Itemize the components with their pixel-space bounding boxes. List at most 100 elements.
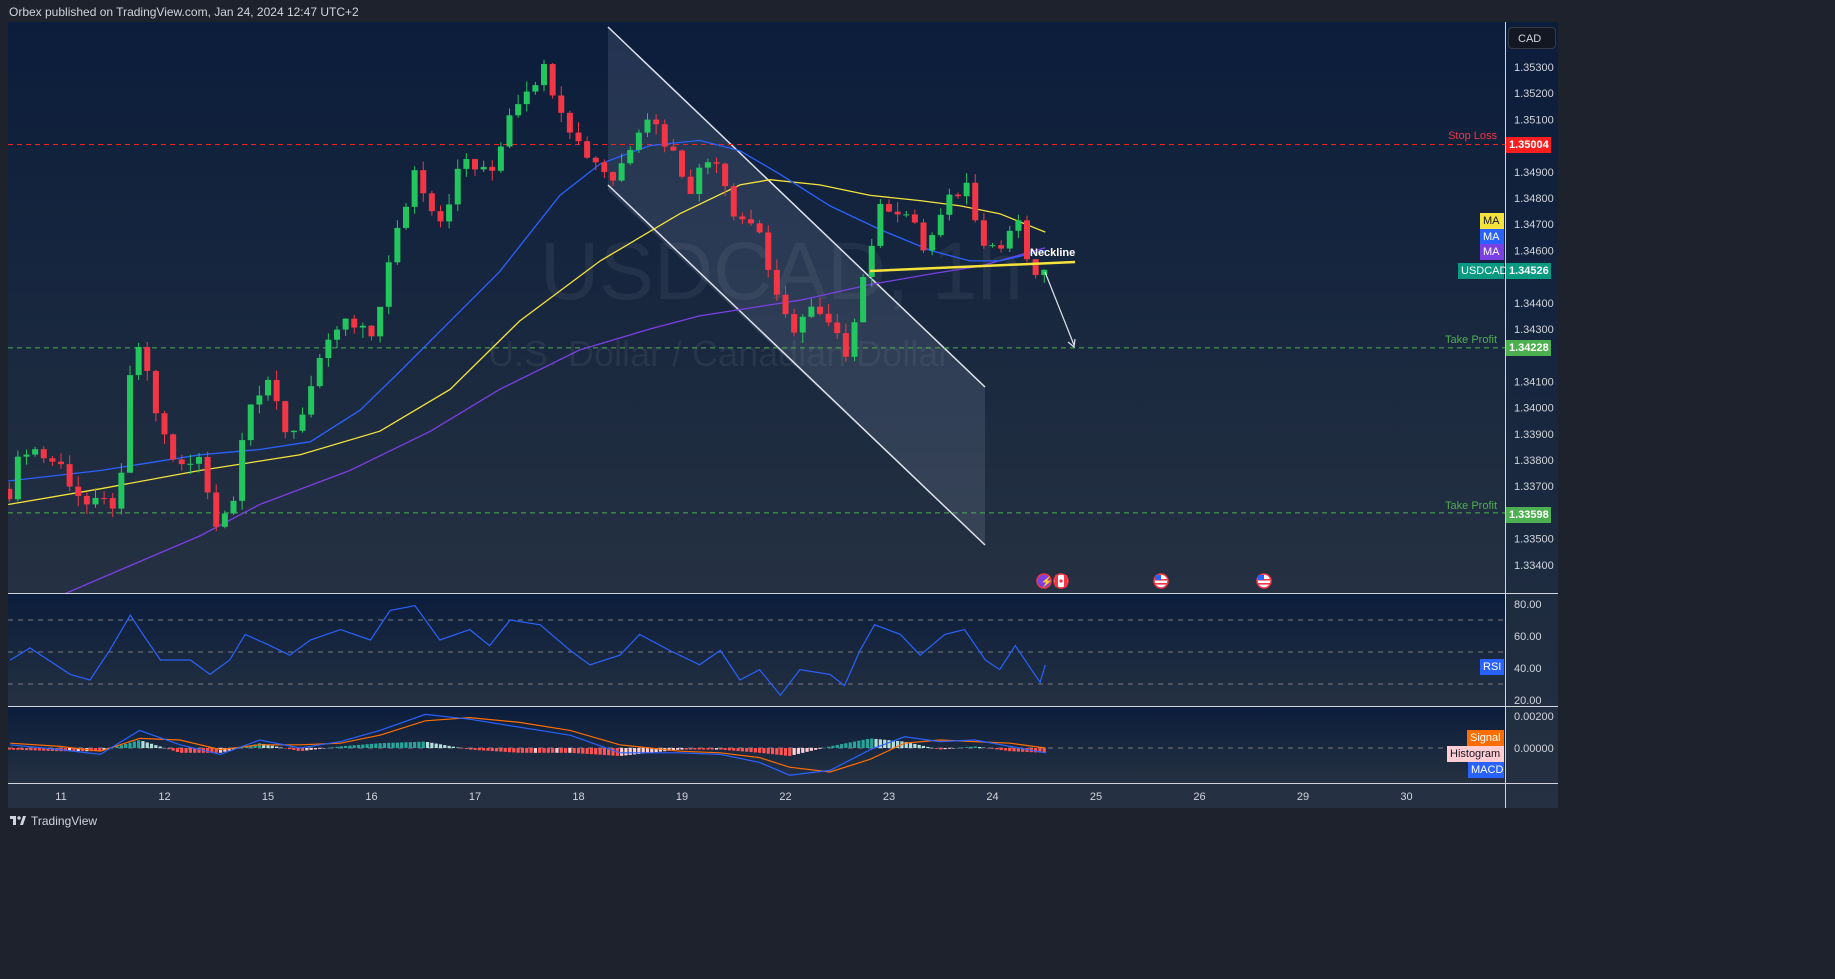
time-tick-label: 22 (779, 791, 791, 803)
histogram-bar (977, 747, 982, 748)
rsi-line[interactable] (9, 604, 1046, 697)
histogram-bar (783, 748, 788, 756)
histogram-bar (507, 748, 512, 753)
histogram-bar (921, 745, 926, 748)
histogram-bar (11, 748, 16, 750)
candle-body (911, 214, 918, 223)
histogram-bar (934, 748, 939, 749)
histogram-bar (732, 748, 736, 751)
candle-body (144, 346, 151, 371)
candle (730, 183, 737, 221)
us-flag-event-icon[interactable] (1153, 573, 1169, 589)
event-earnings-icon[interactable]: ⚡ (1036, 573, 1053, 589)
candle-body (480, 166, 487, 170)
histogram-bar (430, 742, 434, 748)
candle-body (377, 306, 384, 337)
histogram-bar (762, 748, 766, 754)
candle-body (937, 214, 944, 236)
candle (1006, 225, 1013, 253)
candle-body (1032, 259, 1039, 276)
candle-body (903, 214, 910, 216)
histogram-bar (408, 742, 412, 748)
candle-body (653, 119, 660, 125)
price-tick-label: 1.34900 (1514, 167, 1554, 179)
histogram-bar (451, 746, 456, 748)
histogram-bar (766, 748, 770, 754)
histogram-bar (533, 748, 537, 753)
candle-body (437, 211, 444, 222)
take-profit-1-price-tag: 1.34228 (1506, 340, 1551, 356)
candle (204, 451, 211, 500)
candle (592, 156, 599, 171)
histogram-bar (305, 748, 309, 751)
histogram-bar (378, 743, 382, 748)
canada-flag-event-icon[interactable] (1053, 573, 1069, 589)
candle-body (394, 227, 401, 263)
time-tick-label: 18 (572, 791, 584, 803)
candle (299, 407, 306, 433)
histogram-bar (395, 742, 399, 748)
histogram-bar (443, 745, 447, 748)
candle-body (316, 358, 323, 387)
histogram-bar (313, 748, 318, 750)
histogram-bar (740, 748, 744, 752)
candle-body (196, 456, 202, 464)
candle-body (644, 119, 651, 133)
histogram-bar (404, 742, 408, 748)
histogram-bar (908, 742, 913, 748)
histogram-bar (857, 740, 861, 748)
tradingview-logo[interactable]: TradingView (10, 814, 97, 828)
candle (32, 446, 39, 457)
time-tick-label: 23 (883, 791, 895, 803)
candle (152, 369, 159, 422)
candle (497, 142, 504, 174)
histogram-bar (400, 742, 404, 748)
candle-body (83, 495, 90, 505)
currency-button[interactable]: CAD (1508, 27, 1556, 49)
histogram-bar (352, 745, 356, 748)
histogram-bar (33, 748, 37, 751)
time-tick-label: 11 (55, 791, 66, 803)
histogram-bar (788, 748, 792, 756)
price-tick-label: 1.34100 (1514, 376, 1554, 388)
candle (196, 453, 202, 473)
histogram-bar (167, 748, 171, 750)
candle-body (748, 219, 754, 224)
projection-arrow[interactable] (1044, 271, 1075, 346)
candle (911, 209, 918, 225)
histogram-bar (822, 747, 826, 749)
histogram-bar (986, 748, 990, 749)
candle (265, 376, 271, 401)
candle (480, 160, 487, 172)
candle (75, 476, 82, 507)
histogram-bar (684, 748, 688, 750)
histogram-bar (309, 748, 313, 750)
take-profit-1-label: Take Profit (1445, 334, 1497, 346)
price-tick-label: 1.35100 (1514, 114, 1554, 126)
histogram-bar (141, 741, 145, 748)
histogram-tag: Histogram (1447, 746, 1504, 762)
us-flag-event-icon[interactable] (1256, 573, 1272, 589)
histogram-bar (180, 748, 184, 753)
candle (980, 212, 987, 249)
histogram-bar (581, 748, 585, 754)
candle (532, 81, 539, 95)
histogram-bar (758, 748, 762, 753)
histogram-bar (425, 742, 430, 748)
candle-body (32, 449, 39, 455)
histogram-bar (585, 748, 589, 754)
candle-body (428, 193, 435, 212)
candle-body (118, 472, 125, 509)
histogram-bar (861, 739, 865, 748)
price-tick-label: 1.33400 (1514, 560, 1554, 572)
candle (170, 433, 177, 462)
candle-body (687, 176, 694, 194)
candle (549, 63, 556, 99)
candle (118, 463, 125, 515)
candle (161, 410, 168, 444)
candle-body (920, 222, 927, 251)
histogram-bar (270, 745, 274, 748)
histogram-bar (529, 748, 533, 753)
candle-body (290, 430, 297, 433)
histogram-bar (805, 748, 809, 752)
